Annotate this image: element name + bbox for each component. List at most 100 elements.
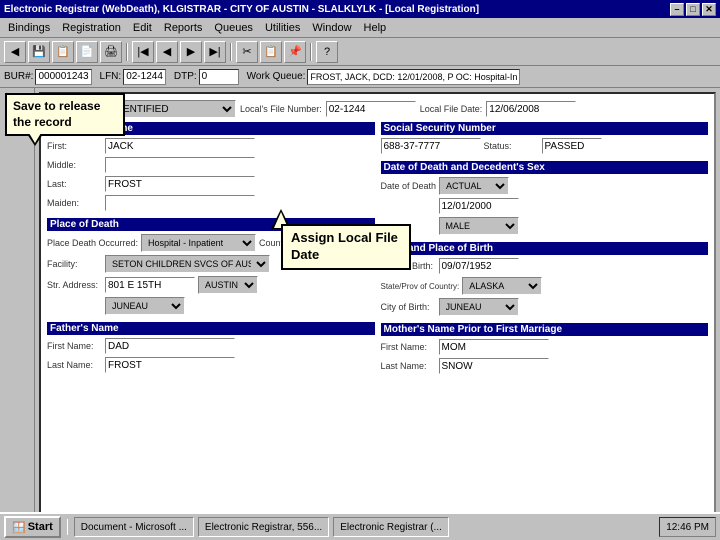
taskbar: 🪟 Start Document - Microsoft ... Electro… — [0, 512, 720, 540]
start-button[interactable]: 🪟 Start — [4, 516, 61, 538]
facility-select[interactable]: SETON CHILDREN SVCS OF AUSTIN — [105, 255, 270, 273]
father-last-label: Last Name: — [47, 360, 102, 370]
toolbar-btn-save[interactable]: 💾 — [28, 41, 50, 63]
toolbar-btn-6[interactable]: |◀ — [132, 41, 154, 63]
toolbar: ◀ 💾 📋 📄 🖨 |◀ ◀ ▶ ▶| ✂ 📋 📌 ? — [0, 38, 720, 66]
maximize-button[interactable]: □ — [686, 3, 700, 16]
mother-last-input[interactable] — [439, 358, 549, 374]
toolbar-btn-12[interactable]: 📌 — [284, 41, 306, 63]
form-inner: Assign Local File Date Record Type: IDEN… — [39, 92, 716, 514]
record-type-row: Record Type: IDENTIFIED Local's File Num… — [47, 100, 708, 118]
toolbar-sep-1 — [126, 43, 128, 61]
record-type-select[interactable]: IDENTIFIED — [106, 100, 236, 118]
dob-input[interactable] — [439, 258, 519, 274]
window-controls: – □ ✕ — [670, 3, 716, 16]
status-input[interactable] — [542, 138, 602, 154]
save-tooltip-text: Save to release the record — [13, 99, 100, 129]
header-bar: BUR#: 000001243 LFN: 02-1244 DTP: 0 Work… — [0, 66, 720, 88]
assign-tooltip-text: Assign Local File Date — [291, 230, 398, 262]
toolbar-btn-13[interactable]: ? — [316, 41, 338, 63]
maiden-name-input[interactable] — [105, 195, 255, 211]
maiden-name-label: Maiden: — [47, 198, 102, 208]
lfn-label: LFN: — [100, 71, 122, 82]
mother-first-input[interactable] — [439, 339, 549, 355]
menu-queues[interactable]: Queues — [208, 21, 259, 35]
taskbar-app-3[interactable]: Electronic Registrar (... — [333, 517, 449, 537]
mother-last-row: Last Name: — [381, 358, 709, 374]
city-birth-select[interactable]: JUNEAU — [439, 298, 519, 316]
toolbar-btn-3[interactable]: 📋 — [52, 41, 74, 63]
lfn-field: LFN: 02-1244 — [100, 69, 166, 85]
ssn-row: Status: — [381, 138, 709, 154]
father-last-input[interactable] — [105, 357, 235, 373]
left-sidebar: Save to release the record — [0, 88, 35, 518]
toolbar-btn-9[interactable]: ▶| — [204, 41, 226, 63]
dod-type-select[interactable]: ACTUAL — [439, 177, 509, 195]
place-death-label: Place Death Occurred: — [47, 238, 138, 248]
work-queue-label: Work Queue: — [247, 71, 306, 82]
start-icon: 🪟 — [12, 521, 26, 534]
minimize-button[interactable]: – — [670, 3, 684, 16]
main-container: Save to release the record Assign Local … — [0, 88, 720, 518]
toolbar-btn-1[interactable]: ◀ — [4, 41, 26, 63]
dod-row: Date of Death ACTUAL — [381, 177, 709, 195]
taskbar-app-1[interactable]: Document - Microsoft ... — [74, 517, 194, 537]
mother-first-row: First Name: — [381, 339, 709, 355]
toolbar-btn-11[interactable]: 📋 — [260, 41, 282, 63]
father-first-input[interactable] — [105, 338, 235, 354]
first-name-row: First: — [47, 138, 375, 154]
toolbar-sep-3 — [310, 43, 312, 61]
local-file-number-label: Local's File Number: — [240, 104, 322, 114]
menu-bindings[interactable]: Bindings — [2, 21, 56, 35]
father-first-row: First Name: — [47, 338, 375, 354]
menu-registration[interactable]: Registration — [56, 21, 127, 35]
close-button[interactable]: ✕ — [702, 3, 716, 16]
facility-label: Facility: — [47, 259, 102, 269]
bur-label: BUR#: — [4, 71, 33, 82]
ssn-input[interactable] — [381, 138, 481, 154]
street-state-select[interactable]: JUNEAU — [105, 297, 185, 315]
mother-last-label: Last Name: — [381, 361, 436, 371]
dtp-label: DTP: — [174, 71, 197, 82]
bur-field: BUR#: 000001243 — [4, 69, 92, 85]
last-name-row: Last: — [47, 176, 375, 192]
middle-name-input[interactable] — [105, 157, 255, 173]
work-queue-field: Work Queue: FROST, JACK, DCD: 12/01/2008… — [247, 69, 521, 85]
dod-date-input[interactable] — [439, 198, 519, 214]
local-file-date-input[interactable] — [486, 101, 576, 117]
father-first-label: First Name: — [47, 341, 102, 351]
first-name-input[interactable] — [105, 138, 255, 154]
toolbar-btn-10[interactable]: ✂ — [236, 41, 258, 63]
toolbar-btn-7[interactable]: ◀ — [156, 41, 178, 63]
mother-name-section: Mother's Name Prior to First Marriage — [381, 323, 709, 336]
clock-time: 12:46 PM — [666, 522, 709, 533]
menu-help[interactable]: Help — [358, 21, 393, 35]
menu-window[interactable]: Window — [306, 21, 357, 35]
toolbar-btn-5[interactable]: 🖨 — [100, 41, 122, 63]
city-birth-row: City of Birth: JUNEAU — [381, 298, 709, 316]
menu-utilities[interactable]: Utilities — [259, 21, 306, 35]
menu-reports[interactable]: Reports — [158, 21, 209, 35]
save-tooltip: Save to release the record — [5, 93, 125, 136]
last-name-label: Last: — [47, 179, 102, 189]
sex-select[interactable]: MALE — [439, 217, 519, 235]
street-city-select[interactable]: AUSTIN — [198, 276, 258, 294]
father-last-row: Last Name: — [47, 357, 375, 373]
state-pob-label: State/Prov of Country: — [381, 282, 460, 291]
menu-edit[interactable]: Edit — [127, 21, 158, 35]
place-death-select[interactable]: Hospital - Inpatient — [141, 234, 256, 252]
dtp-field: DTP: 0 — [174, 69, 239, 85]
toolbar-sep-2 — [230, 43, 232, 61]
last-name-input[interactable] — [105, 176, 255, 192]
toolbar-btn-8[interactable]: ▶ — [180, 41, 202, 63]
street-input[interactable] — [105, 277, 195, 293]
bur-value: 000001243 — [35, 69, 91, 85]
street-label: Str. Address: — [47, 280, 102, 290]
taskbar-divider — [67, 519, 68, 535]
local-file-number-input[interactable] — [326, 101, 416, 117]
taskbar-app-2[interactable]: Electronic Registrar, 556... — [198, 517, 329, 537]
title-bar: Electronic Registrar (WebDeath), KLGISTR… — [0, 0, 720, 18]
toolbar-btn-4[interactable]: 📄 — [76, 41, 98, 63]
work-queue-value: FROST, JACK, DCD: 12/01/2008, P OC: Hosp… — [307, 69, 520, 85]
state-pob-select[interactable]: ALASKA — [462, 277, 542, 295]
